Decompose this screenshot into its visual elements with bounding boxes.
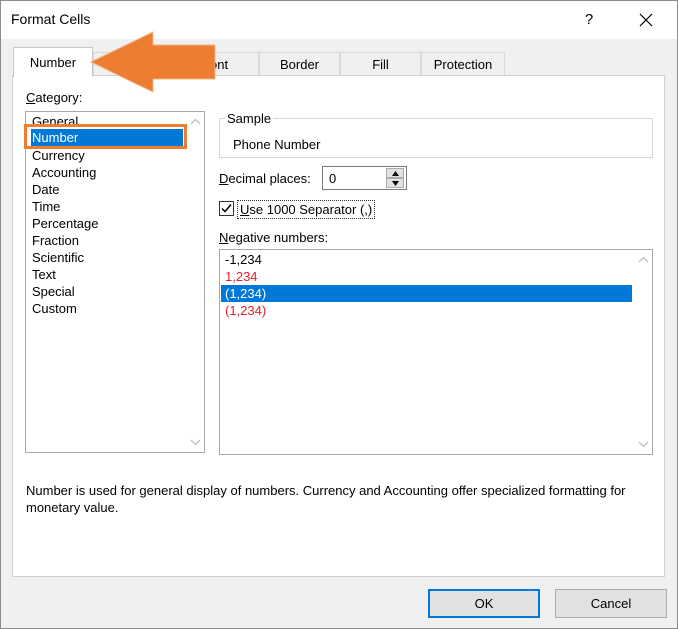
list-item[interactable]: Date	[31, 181, 183, 198]
category-scrollbar[interactable]	[187, 112, 204, 452]
list-item[interactable]: Time	[31, 198, 183, 215]
checkmark-icon	[221, 204, 232, 213]
list-item[interactable]: Special	[31, 283, 183, 300]
list-item[interactable]: Text	[31, 266, 183, 283]
chevron-up-icon[interactable]	[190, 116, 201, 127]
list-item[interactable]: Scientific	[31, 249, 183, 266]
close-icon	[639, 13, 653, 27]
separator-label-text: se 1000 Separator (,)	[249, 202, 373, 217]
chevron-up-icon[interactable]	[638, 254, 649, 265]
spin-up-button[interactable]	[386, 168, 404, 178]
cancel-button[interactable]: Cancel	[555, 589, 667, 618]
tab-label: Fill	[372, 57, 389, 72]
tab-fill[interactable]: Fill	[340, 52, 421, 76]
list-item-selected[interactable]: (1,234)	[221, 285, 632, 302]
category-label-text: ategory:	[35, 90, 83, 105]
sample-value: Phone Number	[233, 137, 321, 152]
decimal-places-spinner[interactable]: 0	[322, 166, 407, 190]
tab-label: Protection	[433, 57, 493, 72]
arrow-left-icon	[89, 31, 216, 93]
negative-scrollbar[interactable]	[635, 250, 652, 454]
tab-label: Number	[29, 55, 77, 70]
negative-label-text: egative numbers:	[228, 230, 329, 245]
close-button[interactable]	[629, 7, 663, 33]
dialog-title: Format Cells	[11, 11, 91, 27]
use-separator-label[interactable]: Use 1000 Separator (,)	[237, 200, 376, 219]
decimal-places-label: Decimal places:	[219, 171, 311, 186]
tab-number[interactable]: Number	[13, 47, 93, 77]
sample-legend: Sample	[225, 111, 274, 126]
decimal-label-accesskey: D	[219, 171, 229, 186]
category-list[interactable]: General Number Currency Accounting Date …	[25, 111, 205, 453]
triangle-down-icon	[392, 181, 399, 186]
negative-numbers-label: Negative numbers:	[219, 230, 328, 245]
tab-border[interactable]: Border	[259, 52, 340, 76]
tab-protection[interactable]: Protection	[421, 52, 505, 76]
decimal-label-text: ecimal places:	[228, 171, 311, 186]
tab-label: Border	[279, 57, 320, 72]
annotation-highlight	[24, 124, 187, 149]
format-cells-dialog: Format Cells ? Number ont Border Fill Pr…	[0, 0, 678, 629]
use-separator-checkbox[interactable]	[219, 201, 234, 216]
list-item[interactable]: Fraction	[31, 232, 183, 249]
category-label-accesskey: C	[26, 90, 36, 105]
list-item[interactable]: Custom	[31, 300, 183, 317]
ok-button[interactable]: OK	[428, 589, 540, 618]
list-item[interactable]: 1,234	[221, 268, 632, 285]
format-description: Number is used for general display of nu…	[26, 483, 626, 515]
separator-label-accesskey: U	[240, 202, 250, 217]
list-item[interactable]: Percentage	[31, 215, 183, 232]
help-icon: ?	[584, 11, 594, 28]
decimal-places-value[interactable]: 0	[329, 171, 336, 186]
spin-down-button[interactable]	[386, 178, 404, 188]
list-item[interactable]: -1,234	[221, 251, 632, 268]
negative-numbers-list[interactable]: -1,234 1,234 (1,234) (1,234)	[219, 249, 653, 455]
list-item[interactable]: (1,234)	[221, 302, 632, 319]
chevron-down-icon[interactable]	[190, 437, 201, 448]
list-item[interactable]: Currency	[31, 147, 183, 164]
category-label: Category:	[26, 90, 82, 105]
help-button[interactable]: ?	[577, 7, 601, 33]
triangle-up-icon	[392, 171, 399, 176]
negative-label-accesskey: N	[219, 230, 229, 245]
chevron-down-icon[interactable]	[638, 439, 649, 450]
list-item[interactable]: Accounting	[31, 164, 183, 181]
